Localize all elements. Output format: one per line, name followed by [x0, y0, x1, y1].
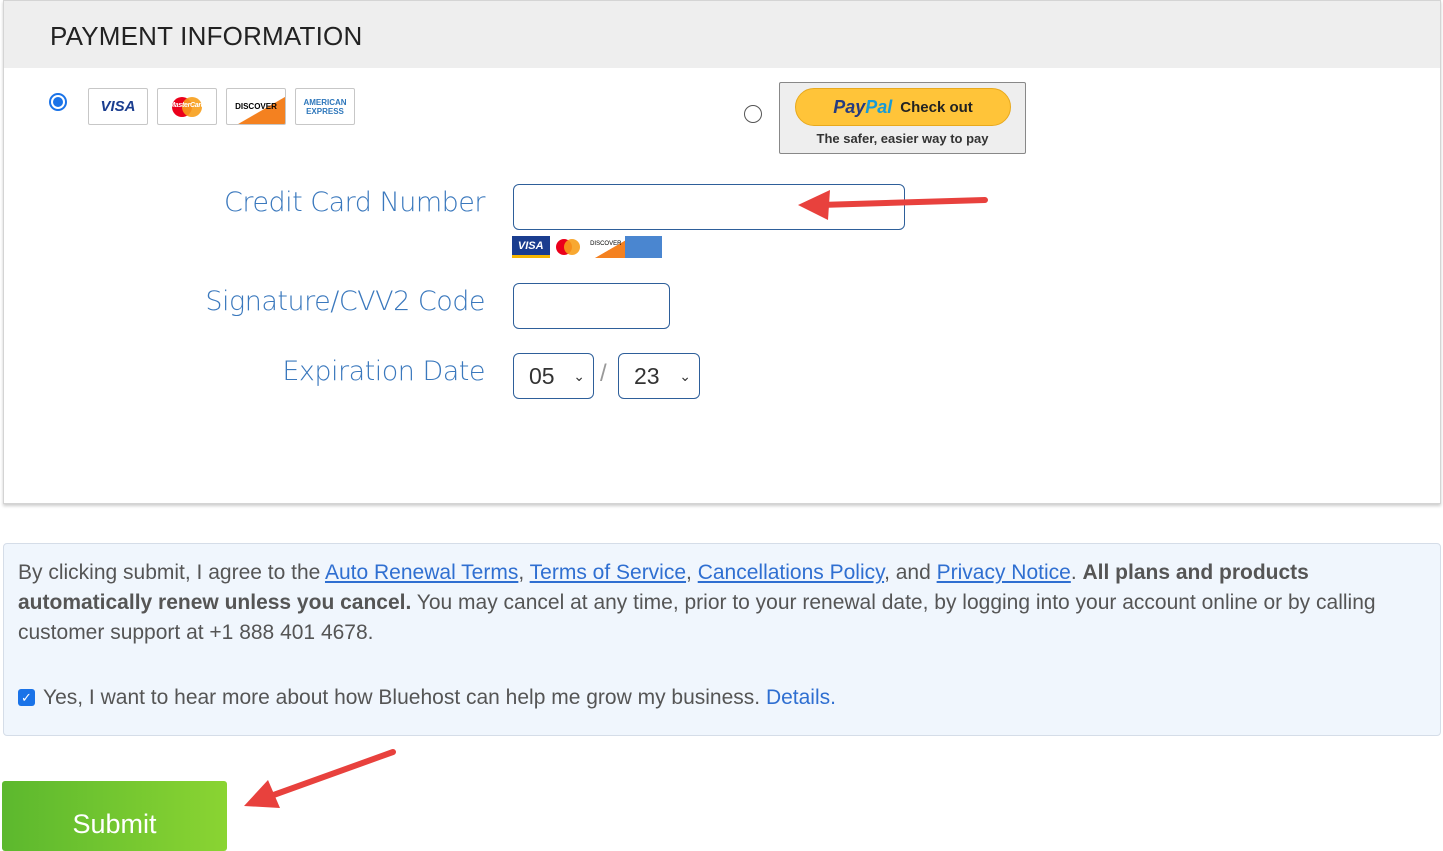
exp-year-value: 23: [634, 363, 660, 389]
exp-month-value: 05: [529, 363, 555, 389]
mastercard-card-icon: MasterCard: [157, 88, 217, 125]
cancellations-policy-link[interactable]: Cancellations Policy: [698, 561, 884, 584]
card-number-label: Credit Card Number: [224, 187, 486, 218]
details-link[interactable]: Details.: [766, 686, 836, 709]
cvv-label: Signature/CVV2 Code: [205, 286, 485, 317]
amex-card-icon: AMERICAN EXPRESS: [295, 88, 355, 125]
discover-mini-icon: DISCOVER: [587, 236, 625, 258]
exp-month-select[interactable]: 05 ⌄: [513, 353, 594, 399]
paypal-logo: PayPal: [833, 96, 893, 117]
paypal-checkout-label: Check out: [900, 98, 973, 116]
auto-renewal-terms-link[interactable]: Auto Renewal Terms: [325, 561, 518, 584]
chevron-down-icon: ⌄: [573, 368, 585, 384]
amex-mini-icon: [624, 236, 662, 258]
expiration-label: Expiration Date: [282, 356, 485, 387]
marketing-optin: ✓ Yes, I want to hear more about how Blue…: [18, 683, 836, 713]
mastercard-mini-icon: [549, 236, 587, 258]
discover-card-icon: DISCOVER: [226, 88, 286, 125]
optin-checkbox[interactable]: ✓: [18, 689, 35, 706]
mastercard-wordmark: MasterCard: [169, 101, 205, 109]
visa-mini-icon: VISA: [512, 236, 550, 258]
credit-card-radio[interactable]: [49, 93, 67, 111]
paypal-radio[interactable]: [744, 105, 762, 123]
cvv-input[interactable]: [513, 283, 670, 329]
submit-button[interactable]: Submit: [2, 781, 227, 851]
accepted-cards-strip: VISA DISCOVER: [512, 236, 662, 258]
visa-card-icon: VISA: [88, 88, 148, 125]
exp-year-select[interactable]: 23 ⌄: [618, 353, 700, 399]
section-title: PAYMENT INFORMATION: [4, 1, 1440, 68]
chevron-down-icon: ⌄: [679, 368, 691, 384]
terms-text: By clicking submit, I agree to the Auto …: [18, 561, 1376, 644]
payment-panel: PAYMENT INFORMATION: [3, 0, 1441, 504]
paypal-checkout-button[interactable]: PayPal Check out The safer, easier way t…: [779, 82, 1026, 154]
exp-separator: /: [600, 360, 607, 387]
terms-of-service-link[interactable]: Terms of Service: [530, 561, 686, 584]
terms-box: By clicking submit, I agree to the Auto …: [3, 543, 1441, 736]
card-number-input[interactable]: [513, 184, 905, 230]
paypal-tagline: The safer, easier way to pay: [816, 131, 989, 146]
optin-text: Yes, I want to hear more about how Blueh…: [43, 686, 766, 709]
paypal-button-pill[interactable]: PayPal Check out: [795, 88, 1011, 126]
mastercard-logo: MasterCard: [168, 95, 206, 119]
annotation-arrow-icon: [244, 749, 396, 808]
privacy-notice-link[interactable]: Privacy Notice: [937, 561, 1071, 584]
